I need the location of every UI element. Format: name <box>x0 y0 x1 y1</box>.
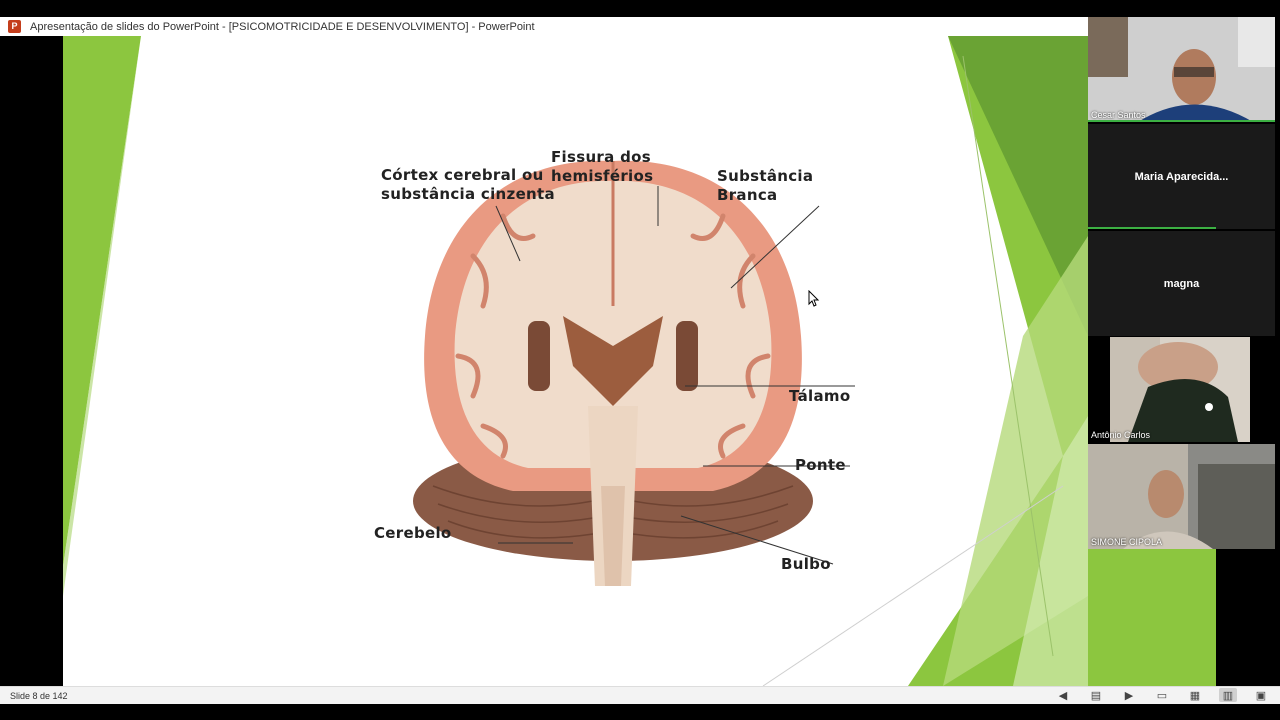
participant-tile-antonio[interactable]: Antônio Carlos <box>1088 337 1275 442</box>
audio-level-indicator <box>1088 227 1216 229</box>
participant-name: magna <box>1163 277 1200 290</box>
active-speaker-indicator <box>1088 120 1275 122</box>
label-bulbo: Bulbo <box>781 555 831 573</box>
label-cortex: Córtex cerebral ou substância cinzenta <box>381 166 555 203</box>
powerpoint-icon: P <box>8 20 21 33</box>
participant-video <box>1088 444 1275 549</box>
slide-sorter-icon[interactable]: ▦ <box>1186 688 1204 702</box>
slide-decoration-peek <box>1088 549 1216 686</box>
status-bar: Slide 8 de 142 ◀ ▤ ▶ ▭ ▦ ▥ ▣ <box>0 686 1280 704</box>
participant-video <box>1088 337 1275 442</box>
next-icon[interactable]: ▶ <box>1120 688 1138 702</box>
window-titlebar: P Apresentação de slides do PowerPoint -… <box>0 17 1088 37</box>
participants-panel: Cesar Santos Maria Aparecida... magna An… <box>1088 17 1280 686</box>
brain-diagram: Córtex cerebral ou substância cinzenta F… <box>363 106 863 626</box>
normal-view-icon[interactable]: ▭ <box>1153 688 1171 702</box>
slide-counter: Slide 8 de 142 <box>10 690 68 701</box>
menu-icon[interactable]: ▤ <box>1087 688 1105 702</box>
participant-name: Maria Aparecida... <box>1134 170 1229 183</box>
mouse-cursor-icon <box>808 290 820 307</box>
label-ponte: Ponte <box>795 456 846 474</box>
participant-name: Antônio Carlos <box>1091 430 1151 440</box>
slide-canvas: Córtex cerebral ou substância cinzenta F… <box>63 36 1088 686</box>
participant-name: Cesar Santos <box>1091 110 1146 120</box>
label-talamo: Tálamo <box>789 387 851 405</box>
participant-name: SIMONE CIPOLA <box>1091 537 1163 547</box>
label-substancia-branca: Substância Branca <box>717 167 814 204</box>
participant-tile-maria[interactable]: Maria Aparecida... <box>1088 124 1275 229</box>
reading-view-icon[interactable]: ▥ <box>1219 688 1237 702</box>
label-cerebelo: Cerebelo <box>374 524 452 542</box>
top-black-strip <box>0 0 1280 17</box>
participant-tile-simone[interactable]: SIMONE CIPOLA <box>1088 444 1275 549</box>
previous-icon[interactable]: ◀ <box>1054 688 1072 702</box>
slideshow-icon[interactable]: ▣ <box>1252 688 1270 702</box>
participant-tile-cesar[interactable]: Cesar Santos <box>1088 17 1275 122</box>
participant-video <box>1088 17 1275 122</box>
label-fissura: Fissura dos hemisférios <box>551 148 654 185</box>
window-title: Apresentação de slides do PowerPoint - [… <box>30 20 535 33</box>
bottom-black-strip <box>0 704 1280 720</box>
slide-left-margin <box>0 36 63 686</box>
participant-tile-magna[interactable]: magna <box>1088 231 1275 336</box>
